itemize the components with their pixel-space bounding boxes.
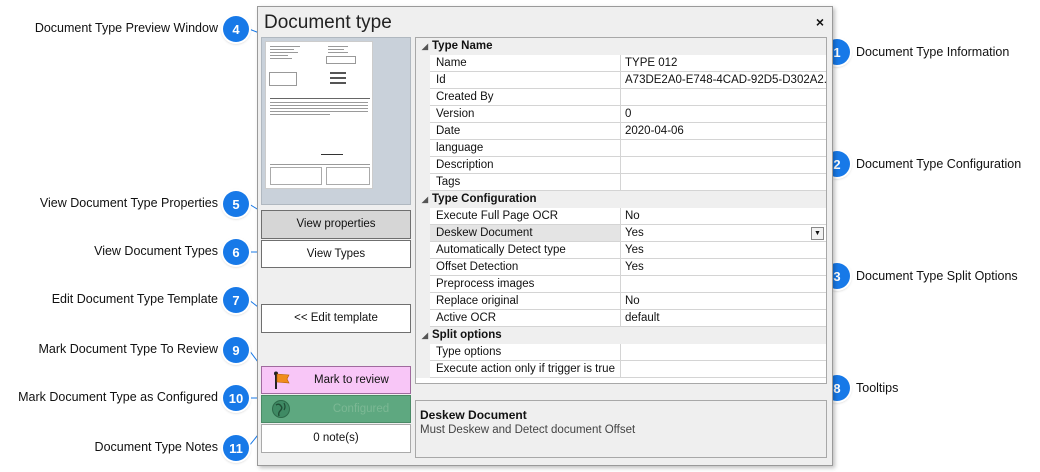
property-value[interactable] xyxy=(621,174,826,191)
callout-label-5: View Document Type Properties xyxy=(39,196,218,210)
dropdown-arrow-icon[interactable]: ▼ xyxy=(811,227,824,240)
property-description-pane: Deskew Document Must Deskew and Detect d… xyxy=(415,400,827,458)
document-thumbnail xyxy=(265,41,373,189)
property-name: Execute action only if trigger is true xyxy=(430,361,621,378)
property-value[interactable]: default xyxy=(621,310,826,327)
property-row-version[interactable]: Version 0 xyxy=(416,106,826,123)
callout-label-8: Tooltips xyxy=(856,381,899,395)
callout-label-9: Mark Document Type To Review xyxy=(38,342,218,356)
callout-badge-7: 7 xyxy=(223,287,249,313)
notes-button[interactable]: 0 note(s) xyxy=(261,424,411,453)
property-row-replace-original[interactable]: Replace original No xyxy=(416,293,826,310)
property-name: Deskew Document xyxy=(430,225,621,242)
mark-to-review-label: Mark to review xyxy=(314,374,389,386)
property-value[interactable] xyxy=(621,140,826,157)
property-row-execute-action-if-trigger[interactable]: Execute action only if trigger is true xyxy=(416,361,826,378)
property-name: Offset Detection xyxy=(430,259,621,276)
callout-badge-4: 4 xyxy=(223,16,249,42)
property-value[interactable]: 2020-04-06 xyxy=(621,123,826,140)
property-name: Version xyxy=(430,106,621,123)
property-value: Yes xyxy=(625,227,644,239)
property-row-id[interactable]: Id A73DE2A0-E748-4CAD-92D5-D302A2... xyxy=(416,72,826,89)
property-name: Automatically Detect type xyxy=(430,242,621,259)
category-type-configuration[interactable]: ◢ Type Configuration xyxy=(416,191,826,208)
edit-template-button[interactable]: << Edit template xyxy=(261,304,411,333)
collapse-triangle-icon[interactable]: ◢ xyxy=(418,38,432,55)
property-name: Date xyxy=(430,123,621,140)
property-value-dropdown[interactable]: Yes ▼ xyxy=(621,225,826,242)
property-value[interactable]: A73DE2A0-E748-4CAD-92D5-D302A2... xyxy=(621,72,826,89)
mark-to-review-button[interactable]: Mark to review xyxy=(261,366,411,394)
globe-icon xyxy=(272,400,290,418)
property-name: Replace original xyxy=(430,293,621,310)
flag-icon xyxy=(274,371,290,389)
mark-configured-button[interactable]: Configured xyxy=(261,395,411,423)
category-label: Type Configuration xyxy=(432,193,537,205)
property-row-offset-detection[interactable]: Offset Detection Yes xyxy=(416,259,826,276)
callout-label-6: View Document Types xyxy=(94,244,218,258)
document-type-dialog: Document type × View properties View Typ… xyxy=(257,6,833,466)
property-row-type-options[interactable]: Type options xyxy=(416,344,826,361)
callout-label-1: Document Type Information xyxy=(856,45,1010,59)
category-type-name[interactable]: ◢ Type Name xyxy=(416,38,826,55)
mark-configured-label: Configured xyxy=(332,403,390,415)
view-properties-button[interactable]: View properties xyxy=(261,210,411,239)
property-name: Name xyxy=(430,55,621,72)
callout-label-4: Document Type Preview Window xyxy=(34,21,218,35)
property-row-name[interactable]: Name TYPE 012 xyxy=(416,55,826,72)
callout-label-7: Edit Document Type Template xyxy=(51,292,218,306)
callout-badge-6: 6 xyxy=(223,239,249,265)
dialog-title: Document type xyxy=(264,12,392,33)
document-preview-window[interactable] xyxy=(261,37,411,205)
property-name: Execute Full Page OCR xyxy=(430,208,621,225)
callout-badge-10: 10 xyxy=(223,385,249,411)
category-label: Split options xyxy=(432,329,502,341)
property-row-description[interactable]: Description xyxy=(416,157,826,174)
property-value[interactable]: 0 xyxy=(621,106,826,123)
collapse-triangle-icon[interactable]: ◢ xyxy=(418,327,432,344)
category-split-options[interactable]: ◢ Split options xyxy=(416,327,826,344)
property-value[interactable]: Yes xyxy=(621,242,826,259)
property-name: Id xyxy=(430,72,621,89)
property-value[interactable]: No xyxy=(621,208,826,225)
property-row-deskew-document[interactable]: Deskew Document Yes ▼ xyxy=(416,225,826,242)
property-value[interactable] xyxy=(621,276,826,293)
callout-badge-5: 5 xyxy=(223,191,249,217)
callout-badge-9: 9 xyxy=(223,337,249,363)
callout-label-2: Document Type Configuration xyxy=(856,157,1022,171)
property-grid[interactable]: ◢ Type Name Name TYPE 012 Id A73DE2A0-E74… xyxy=(415,37,827,384)
property-row-language[interactable]: language xyxy=(416,140,826,157)
property-row-created-by[interactable]: Created By xyxy=(416,89,826,106)
property-value[interactable]: Yes xyxy=(621,259,826,276)
property-value[interactable] xyxy=(621,157,826,174)
property-name: Preprocess images xyxy=(430,276,621,293)
property-name: Description xyxy=(430,157,621,174)
property-name: Created By xyxy=(430,89,621,106)
description-text: Must Deskew and Detect document Offset xyxy=(420,424,636,436)
property-value[interactable] xyxy=(621,344,826,361)
view-types-button[interactable]: View Types xyxy=(261,240,411,268)
property-value[interactable]: No xyxy=(621,293,826,310)
collapse-triangle-icon[interactable]: ◢ xyxy=(418,191,432,208)
description-title: Deskew Document xyxy=(420,408,527,422)
property-value[interactable] xyxy=(621,89,826,106)
property-value[interactable] xyxy=(621,361,826,378)
property-row-date[interactable]: Date 2020-04-06 xyxy=(416,123,826,140)
property-row-preprocess-images[interactable]: Preprocess images xyxy=(416,276,826,293)
property-row-active-ocr[interactable]: Active OCR default xyxy=(416,310,826,327)
property-name: language xyxy=(430,140,621,157)
callout-label-11: Document Type Notes xyxy=(94,440,218,454)
property-name: Type options xyxy=(430,344,621,361)
property-row-tags[interactable]: Tags xyxy=(416,174,826,191)
callout-label-3: Document Type Split Options xyxy=(856,269,1018,283)
callout-label-10: Mark Document Type as Configured xyxy=(18,390,218,404)
property-value[interactable]: TYPE 012 xyxy=(621,55,826,72)
property-row-execute-full-page-ocr[interactable]: Execute Full Page OCR No xyxy=(416,208,826,225)
callout-badge-11: 11 xyxy=(223,435,249,461)
property-name: Tags xyxy=(430,174,621,191)
close-icon[interactable]: × xyxy=(816,14,824,30)
category-label: Type Name xyxy=(432,40,493,52)
property-row-auto-detect-type[interactable]: Automatically Detect type Yes xyxy=(416,242,826,259)
property-name: Active OCR xyxy=(430,310,621,327)
